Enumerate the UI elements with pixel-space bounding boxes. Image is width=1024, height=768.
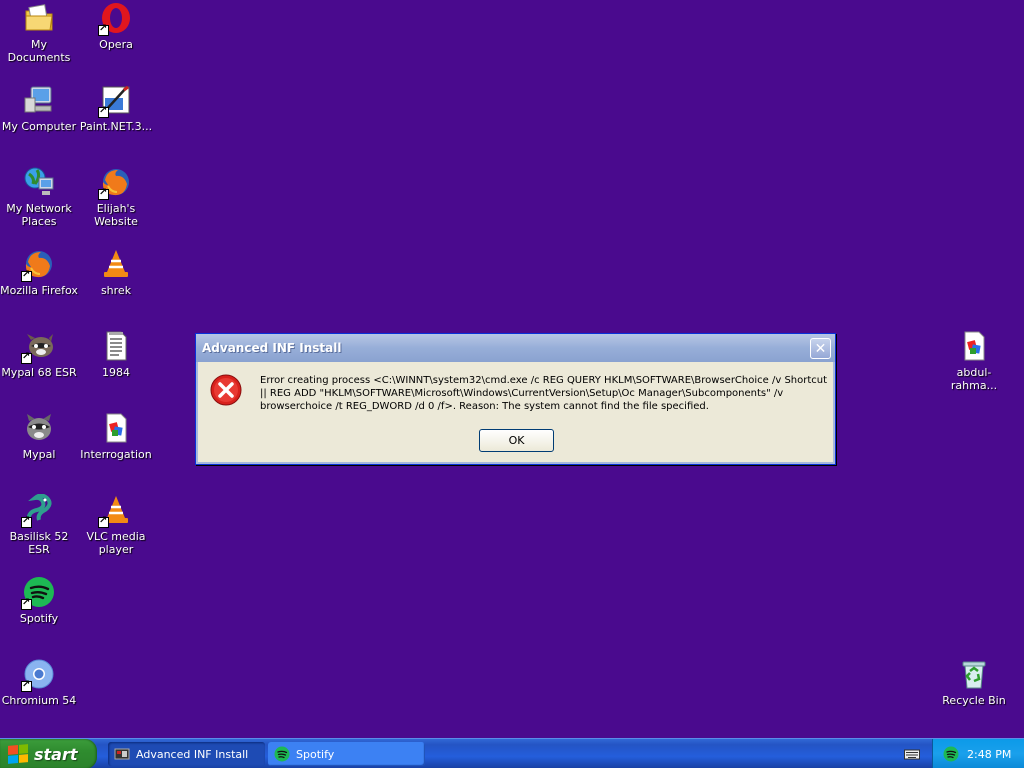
ok-button[interactable]: OK <box>479 429 554 452</box>
spotify-tray-icon[interactable] <box>943 746 959 762</box>
taskbar-button-spotify[interactable]: Spotify <box>268 742 425 766</box>
error-dialog: Advanced INF Install ✕ Error creating pr… <box>195 333 836 465</box>
dialog-title: Advanced INF Install <box>202 341 342 355</box>
mypal-icon <box>21 330 55 364</box>
desktop-icon-label: Spotify <box>19 612 59 625</box>
desktop-icon-label: My Documents <box>7 38 71 64</box>
shortcut-arrow-icon <box>21 351 32 364</box>
dialog-message: Error creating process <C:\WINNT\system3… <box>260 375 828 412</box>
desktop-icon-label: shrek <box>100 284 132 297</box>
dialog-titlebar[interactable]: Advanced INF Install ✕ <box>196 334 835 362</box>
mypal-icon <box>23 412 55 444</box>
desktop-icon-my-network-places[interactable]: My Network Places <box>0 166 78 228</box>
desktop-icon-basilisk-52-esr[interactable]: Basilisk 52 ESR <box>0 493 78 556</box>
desktop-icon-label: Recycle Bin <box>942 694 1006 707</box>
clock[interactable]: 2:48 PM <box>967 748 1011 761</box>
desktop-icon-label: Mypal 68 ESR <box>1 366 77 379</box>
computer-icon <box>23 84 55 116</box>
desktop-icon-label: VLC media player <box>86 530 146 556</box>
taskbar: start Advanced INF Install Spotify 2:48 … <box>0 738 1024 768</box>
inf-install-icon <box>114 746 130 762</box>
chromium-icon <box>21 658 55 692</box>
system-tray: 2:48 PM <box>932 739 1024 768</box>
desktop-icon-label: 1984 <box>102 366 130 379</box>
desktop-icon-label: Elijah's Website <box>94 202 138 228</box>
opera-icon <box>98 2 132 36</box>
desktop-icon-label: Basilisk 52 ESR <box>9 530 69 556</box>
paint-icon <box>98 84 132 118</box>
desktop-icon-my-computer[interactable]: My Computer <box>0 84 78 133</box>
vlc-icon <box>98 494 132 528</box>
spotify-icon <box>274 746 290 762</box>
image-file-icon <box>100 412 132 444</box>
desktop-icon-recycle-bin[interactable]: Recycle Bin <box>935 658 1013 707</box>
desktop-icon-mypal-68-esr[interactable]: Mypal 68 ESR <box>0 330 78 379</box>
shortcut-arrow-icon <box>21 515 32 528</box>
taskbar-button-label: Spotify <box>296 747 335 761</box>
desktop-icon-1984[interactable]: 1984 <box>77 330 155 379</box>
taskbar-button-label: Advanced INF Install <box>136 747 249 761</box>
dialog-body: Error creating process <C:\WINNT\system3… <box>196 362 835 464</box>
desktop-icon-label: My Computer <box>1 120 77 133</box>
recycle-bin-icon <box>958 658 990 690</box>
desktop-icon-label: Mozilla Firefox <box>0 284 78 297</box>
vlc-icon <box>100 248 132 280</box>
windows-logo-icon <box>8 744 28 764</box>
shortcut-arrow-icon <box>21 679 32 692</box>
text-file-icon <box>100 330 132 362</box>
shortcut-arrow-icon <box>98 105 109 118</box>
desktop-icon-abdul-rahma[interactable]: abdul-rahma... <box>935 330 1013 392</box>
desktop-icon-label: Interrogation <box>80 448 152 461</box>
desktop-icon-label: abdul-rahma... <box>950 366 998 392</box>
desktop-icon-chromium-54[interactable]: Chromium 54 <box>0 658 78 707</box>
close-button[interactable]: ✕ <box>810 338 831 359</box>
desktop-icon-shrek[interactable]: shrek <box>77 248 155 297</box>
basilisk-icon <box>21 493 55 528</box>
keyboard-icon[interactable] <box>904 747 920 761</box>
close-icon: ✕ <box>814 340 827 357</box>
desktop-icon-elijahs-website[interactable]: Elijah's Website <box>77 166 155 228</box>
shortcut-arrow-icon <box>21 269 32 282</box>
desktop-icon-label: Mypal <box>22 448 56 461</box>
network-icon <box>23 166 55 198</box>
desktop-icon-label: Chromium 54 <box>1 694 77 707</box>
desktop-icon-my-documents[interactable]: My Documents <box>0 2 78 64</box>
firefox-icon <box>21 248 55 282</box>
shortcut-arrow-icon <box>98 515 109 528</box>
shortcut-arrow-icon <box>98 187 109 200</box>
desktop-icon-mypal[interactable]: Mypal <box>0 412 78 461</box>
start-button[interactable]: start <box>0 739 97 768</box>
desktop-icon-mozilla-firefox[interactable]: Mozilla Firefox <box>0 248 78 297</box>
start-label: start <box>34 744 78 764</box>
desktop-icon-paint-net[interactable]: Paint.NET.3... <box>77 84 155 133</box>
firefox-icon <box>98 166 132 200</box>
error-icon <box>210 374 242 406</box>
folder-icon <box>23 2 55 34</box>
spotify-icon <box>21 576 55 610</box>
desktop-icon-interrogation[interactable]: Interrogation <box>77 412 155 461</box>
desktop-icon-vlc-media-player[interactable]: VLC media player <box>77 494 155 556</box>
image-file-icon <box>958 330 990 362</box>
shortcut-arrow-icon <box>21 597 32 610</box>
shortcut-arrow-icon <box>98 23 109 36</box>
desktop-icon-opera[interactable]: Opera <box>77 2 155 51</box>
desktop-icon-label: Paint.NET.3... <box>79 120 153 133</box>
desktop-icon-spotify[interactable]: Spotify <box>0 576 78 625</box>
desktop-icon-label: My Network Places <box>6 202 72 228</box>
desktop-icon-label: Opera <box>99 38 133 51</box>
taskbar-button-advanced-inf-install[interactable]: Advanced INF Install <box>108 742 265 766</box>
